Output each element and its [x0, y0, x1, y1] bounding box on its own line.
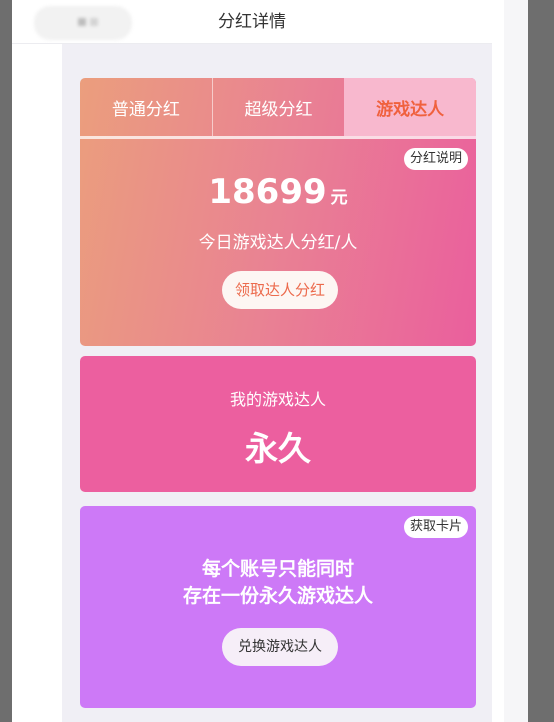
my-game-master-label: 我的游戏达人 [229, 390, 326, 409]
tab-super-dividend[interactable]: 超级分红 [213, 78, 345, 136]
get-card-button[interactable]: 获取卡片 [403, 516, 468, 538]
side-shade [504, 0, 528, 722]
dividend-explain-button[interactable]: 分红说明 [403, 148, 468, 170]
my-game-master-card: 我的游戏达人 永久 [80, 356, 476, 492]
notice-line-2: 存在一份永久游戏达人 [182, 585, 373, 607]
notice-text: 每个账号只能同时 存在一份永久游戏达人 [80, 556, 476, 610]
main-content: 普通分红 超级分红 游戏达人 分红说明 18699 元 今日游戏达人分红/人 领取… [62, 44, 492, 722]
top-bar: 分红详情 [12, 0, 492, 44]
notice-line-1: 每个账号只能同时 [201, 558, 354, 580]
claim-dividend-button[interactable]: 领取达人分红 [222, 271, 338, 309]
dividend-amount: 18699 [208, 172, 327, 212]
exchange-game-master-button[interactable]: 兑换游戏达人 [222, 628, 338, 666]
card-info-card: 获取卡片 每个账号只能同时 存在一份永久游戏达人 兑换游戏达人 [80, 506, 476, 708]
dividend-unit: 元 [330, 188, 348, 208]
tab-normal-dividend[interactable]: 普通分红 [80, 78, 213, 136]
dividend-card: 普通分红 超级分红 游戏达人 分红说明 18699 元 今日游戏达人分红/人 领取… [80, 78, 476, 346]
dividend-amount-row: 18699 元 [80, 172, 476, 212]
dividend-tabs: 普通分红 超级分红 游戏达人 [80, 78, 476, 136]
phone-screen: 分红详情 普通分红 超级分红 游戏达人 分红说明 18699 元 今日游戏达人分红… [12, 0, 528, 722]
tab-game-master[interactable]: 游戏达人 [344, 78, 476, 136]
my-game-master-value: 永久 [245, 429, 311, 468]
tabs-divider [80, 136, 476, 139]
dividend-description: 今日游戏达人分红/人 [198, 233, 358, 253]
page-title: 分红详情 [218, 12, 286, 32]
